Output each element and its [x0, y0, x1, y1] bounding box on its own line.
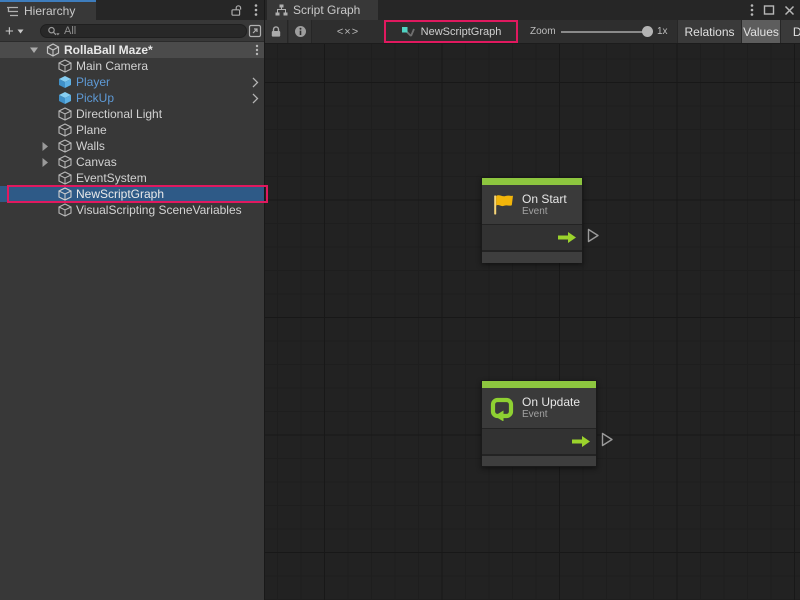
info-icon [294, 25, 307, 38]
create-button[interactable]: + [5, 21, 24, 41]
gameobject-cube-icon [58, 59, 72, 73]
node-title: On Update [522, 395, 580, 409]
output-port-triangle[interactable] [587, 228, 600, 243]
kebab-menu-icon[interactable] [255, 44, 259, 56]
hierarchy-tree: Main Camera Player PickUp [0, 58, 264, 218]
zoom-slider-handle[interactable] [642, 26, 653, 37]
zoom-label: Zoom [530, 20, 556, 43]
graph-name-button[interactable]: NewScriptGraph [384, 20, 518, 43]
values-toggle[interactable]: Values [741, 20, 780, 43]
tree-item-canvas[interactable]: Canvas [0, 154, 264, 170]
gameobject-cube-icon [58, 171, 72, 185]
tab-script-graph-label: Script Graph [293, 3, 360, 17]
hierarchy-tab-bar: Hierarchy [0, 0, 264, 20]
gameobject-cube-icon [58, 155, 72, 169]
script-graph-asset-icon [401, 25, 415, 39]
node-footer [482, 454, 596, 466]
graph-tab-icon [275, 4, 288, 16]
gameobject-cube-icon [58, 187, 72, 201]
tree-item-eventsystem[interactable]: EventSystem [0, 170, 264, 186]
tree-item-pickup[interactable]: PickUp [0, 90, 264, 106]
scene-picker-button[interactable] [248, 24, 262, 38]
foldout-collapsed-icon[interactable] [41, 156, 54, 168]
gameobject-cube-icon [58, 203, 72, 217]
tab-script-graph[interactable]: Script Graph [267, 0, 378, 20]
dropdown-arrow-icon [17, 29, 24, 34]
foldout-expanded-icon[interactable] [29, 44, 42, 56]
prefab-cube-icon [58, 91, 72, 105]
close-icon[interactable] [784, 5, 795, 16]
search-icon [47, 26, 60, 37]
node-color-bar [482, 381, 596, 388]
lock-icon [270, 25, 282, 38]
flow-output-arrow-icon[interactable] [558, 232, 576, 243]
tab-hierarchy-label: Hierarchy [24, 4, 75, 18]
node-port-row [482, 224, 582, 250]
dim-toggle[interactable]: Dim [780, 20, 800, 43]
chevron-right-icon[interactable] [252, 77, 259, 88]
hierarchy-toolbar: + All [0, 20, 264, 42]
plus-icon: + [5, 23, 14, 40]
prefab-cube-icon [58, 75, 72, 89]
search-input[interactable]: All [40, 24, 247, 38]
script-graph-tab-bar: Script Graph [265, 0, 800, 20]
gameobject-cube-icon [58, 107, 72, 121]
search-placeholder: All [64, 25, 76, 37]
unity-editor-window: Hierarchy + [0, 0, 800, 600]
flow-output-arrow-icon[interactable] [572, 436, 590, 447]
gameobject-cube-icon [58, 139, 72, 153]
node-header: On Start Event [482, 185, 582, 224]
scene-name: RollaBall Maze* [64, 43, 153, 57]
graph-lock-button[interactable] [265, 20, 288, 43]
output-port-triangle[interactable] [601, 432, 614, 447]
loop-icon [489, 395, 515, 421]
zoom-level: 1x [657, 20, 668, 43]
node-footer [482, 250, 582, 263]
graph-canvas[interactable]: On Start Event [265, 44, 800, 600]
chevron-right-icon[interactable] [252, 93, 259, 104]
node-on-start[interactable]: On Start Event [481, 177, 583, 263]
script-graph-toolbar: <×> NewScriptGraph Zoom 1x Relations Val… [265, 20, 800, 44]
scene-header[interactable]: RollaBall Maze* [0, 42, 264, 58]
script-graph-panel: Script Graph [265, 0, 800, 600]
tree-item-newscriptgraph[interactable]: NewScriptGraph [0, 186, 264, 202]
kebab-menu-icon[interactable] [254, 3, 258, 17]
foldout-collapsed-icon[interactable] [41, 140, 54, 152]
gameobject-cube-icon [58, 123, 72, 137]
maximize-icon[interactable] [763, 4, 775, 16]
relations-toggle[interactable]: Relations [677, 20, 741, 43]
graph-name-label: NewScriptGraph [421, 26, 502, 38]
node-port-row [482, 428, 596, 454]
tree-item-main-camera[interactable]: Main Camera [0, 58, 264, 74]
node-subtitle: Event [522, 409, 580, 421]
zoom-slider-track[interactable] [561, 31, 651, 33]
tree-item-walls[interactable]: Walls [0, 138, 264, 154]
node-color-bar [482, 178, 582, 185]
node-on-update[interactable]: On Update Event [481, 380, 597, 467]
graph-info-button[interactable] [289, 20, 312, 43]
node-header: On Update Event [482, 388, 596, 428]
tree-item-visualscripting-scenevariables[interactable]: VisualScripting SceneVariables [0, 202, 264, 218]
hierarchy-panel: Hierarchy + [0, 0, 265, 600]
node-title: On Start [522, 192, 567, 206]
tree-item-plane[interactable]: Plane [0, 122, 264, 138]
tree-item-player[interactable]: Player [0, 74, 264, 90]
tree-item-directional-light[interactable]: Directional Light [0, 106, 264, 122]
tab-hierarchy[interactable]: Hierarchy [0, 0, 96, 20]
kebab-menu-icon[interactable] [750, 3, 754, 17]
flag-icon [489, 192, 515, 218]
unity-logo-icon [46, 43, 60, 57]
hierarchy-icon [6, 6, 19, 17]
unlock-icon[interactable] [230, 4, 243, 17]
node-subtitle: Event [522, 206, 567, 218]
code-brackets-icon[interactable]: <×> [327, 20, 369, 43]
